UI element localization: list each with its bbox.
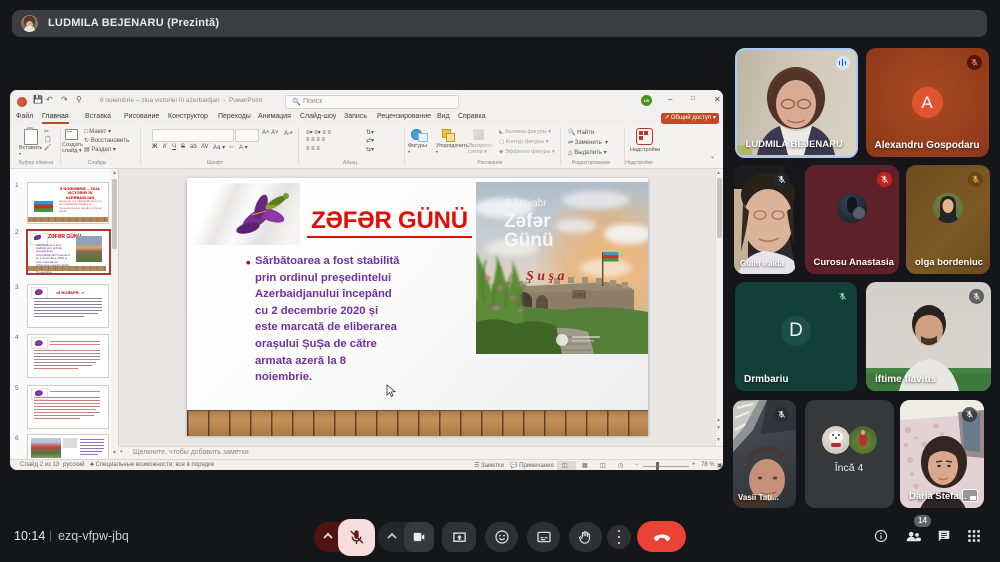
svg-text:2001: 2001 xyxy=(573,293,587,299)
svg-text:8 Noyabr: 8 Noyabr xyxy=(506,198,547,209)
svg-text:Zəfər: Zəfər xyxy=(504,211,551,232)
svg-text:Günü: Günü xyxy=(504,230,554,251)
svg-text:Ş u ş a: Ş u ş a xyxy=(526,269,565,284)
